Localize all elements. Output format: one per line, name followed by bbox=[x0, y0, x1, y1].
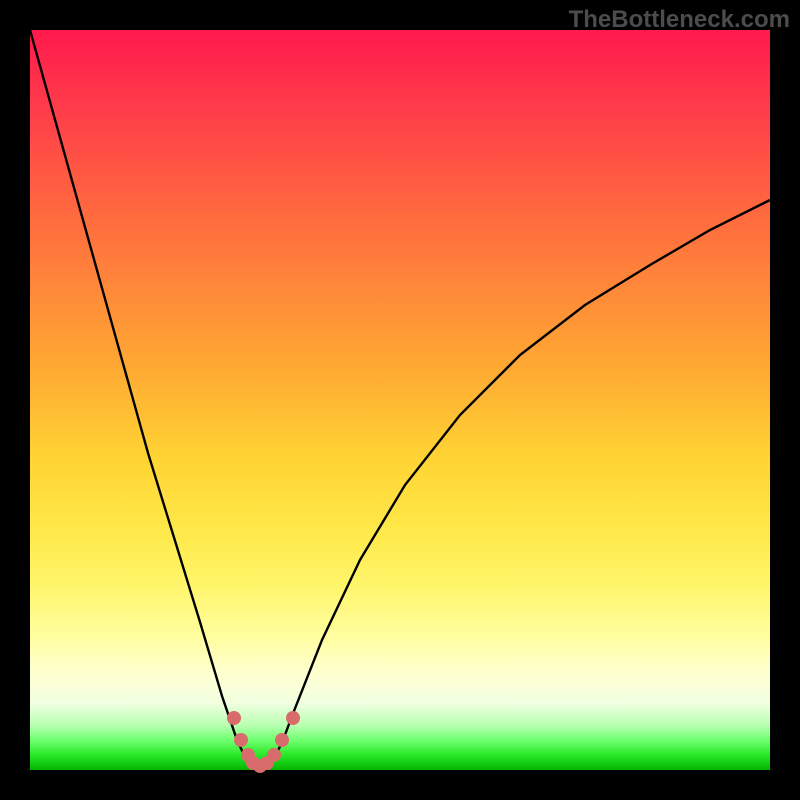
plot-area bbox=[30, 30, 770, 770]
chart-frame: TheBottleneck.com bbox=[0, 0, 800, 800]
watermark-text: TheBottleneck.com bbox=[569, 6, 790, 34]
